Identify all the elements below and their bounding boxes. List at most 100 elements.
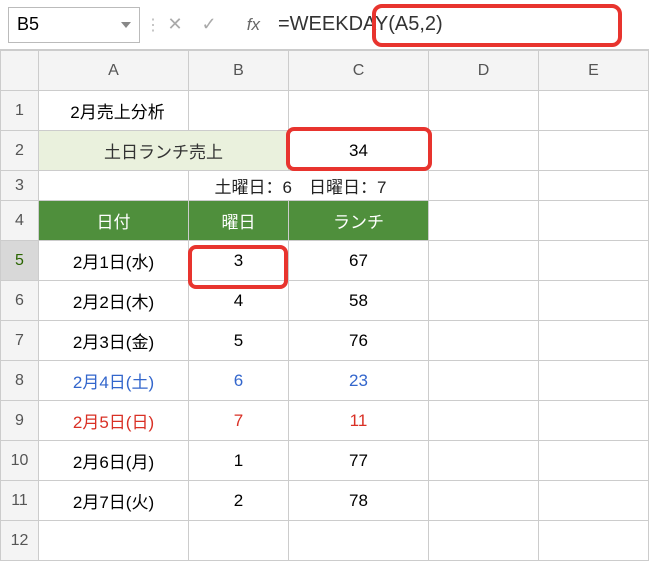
cell-A7[interactable]: 2月3日(金) xyxy=(39,321,189,361)
col-header-E[interactable]: E xyxy=(539,51,649,91)
row-10: 102月6日(月)177 xyxy=(1,441,649,481)
cell-D4[interactable] xyxy=(429,201,539,241)
row-12: 12 xyxy=(1,521,649,561)
cell-E10[interactable] xyxy=(539,441,649,481)
cell-E4[interactable] xyxy=(539,201,649,241)
cell-E5[interactable] xyxy=(539,241,649,281)
cell-B4-header[interactable]: 曜日 xyxy=(189,201,289,241)
spreadsheet: A B C D E 1 2月売上分析 2 土日ランチ売上 34 3 土曜日：6 … xyxy=(0,50,649,561)
grid-table: A B C D E 1 2月売上分析 2 土日ランチ売上 34 3 土曜日：6 … xyxy=(0,50,649,561)
cell-A6[interactable]: 2月2日(木) xyxy=(39,281,189,321)
row-header-7[interactable]: 7 xyxy=(1,321,39,361)
cell-C8[interactable]: 23 xyxy=(289,361,429,401)
cell-D3[interactable] xyxy=(429,171,539,201)
cell-C11[interactable]: 78 xyxy=(289,481,429,521)
cell-D7[interactable] xyxy=(429,321,539,361)
formula-bar: B5 ⋮ ✕ ✓ fx =WEEKDAY(A5,2) xyxy=(0,0,649,50)
row-11: 112月7日(火)278 xyxy=(1,481,649,521)
cell-D5[interactable] xyxy=(429,241,539,281)
cell-D8[interactable] xyxy=(429,361,539,401)
row-9: 92月5日(日)711 xyxy=(1,401,649,441)
cell-E6[interactable] xyxy=(539,281,649,321)
cell-E1[interactable] xyxy=(539,91,649,131)
col-header-C[interactable]: C xyxy=(289,51,429,91)
cell-C12[interactable] xyxy=(289,521,429,561)
name-box-separator: ⋮ xyxy=(148,5,158,45)
cell-B3C3-merged[interactable]: 土曜日：6 日曜日：7 xyxy=(189,171,429,201)
dropdown-icon[interactable] xyxy=(121,22,131,28)
cell-B8[interactable]: 6 xyxy=(189,361,289,401)
row-header-9[interactable]: 9 xyxy=(1,401,39,441)
cell-D2[interactable] xyxy=(429,131,539,171)
cell-D6[interactable] xyxy=(429,281,539,321)
col-header-D[interactable]: D xyxy=(429,51,539,91)
cell-C10[interactable]: 77 xyxy=(289,441,429,481)
cell-A1[interactable]: 2月売上分析 xyxy=(39,91,189,131)
row-8: 82月4日(土)623 xyxy=(1,361,649,401)
fx-label[interactable]: fx xyxy=(226,15,266,35)
formula-input[interactable]: =WEEKDAY(A5,2) xyxy=(266,7,649,43)
cell-B12[interactable] xyxy=(189,521,289,561)
row-5: 52月1日(水)367 xyxy=(1,241,649,281)
cell-D10[interactable] xyxy=(429,441,539,481)
row-header-2[interactable]: 2 xyxy=(1,131,39,171)
row-header-1[interactable]: 1 xyxy=(1,91,39,131)
cell-B9[interactable]: 7 xyxy=(189,401,289,441)
cell-B5[interactable]: 3 xyxy=(189,241,289,281)
cell-A3[interactable] xyxy=(39,171,189,201)
cell-E9[interactable] xyxy=(539,401,649,441)
cell-A2B2-merged[interactable]: 土日ランチ売上 xyxy=(39,131,289,171)
row-header-10[interactable]: 10 xyxy=(1,441,39,481)
cell-C2[interactable]: 34 xyxy=(289,131,429,171)
cell-A12[interactable] xyxy=(39,521,189,561)
row-7: 72月3日(金)576 xyxy=(1,321,649,361)
cell-A9[interactable]: 2月5日(日) xyxy=(39,401,189,441)
row-2: 2 土日ランチ売上 34 xyxy=(1,131,649,171)
select-all-corner[interactable] xyxy=(1,51,39,91)
cell-A10[interactable]: 2月6日(月) xyxy=(39,441,189,481)
cell-C9[interactable]: 11 xyxy=(289,401,429,441)
cell-C1[interactable] xyxy=(289,91,429,131)
cell-D12[interactable] xyxy=(429,521,539,561)
cell-B10[interactable]: 1 xyxy=(189,441,289,481)
formula-text: =WEEKDAY(A5,2) xyxy=(278,13,443,36)
row-header-8[interactable]: 8 xyxy=(1,361,39,401)
cell-E12[interactable] xyxy=(539,521,649,561)
cell-D1[interactable] xyxy=(429,91,539,131)
row-3: 3 土曜日：6 日曜日：7 xyxy=(1,171,649,201)
cell-E8[interactable] xyxy=(539,361,649,401)
col-header-A[interactable]: A xyxy=(39,51,189,91)
row-header-4[interactable]: 4 xyxy=(1,201,39,241)
row-1: 1 2月売上分析 xyxy=(1,91,649,131)
cell-C6[interactable]: 58 xyxy=(289,281,429,321)
cancel-button[interactable]: ✕ xyxy=(158,7,192,43)
cell-B11[interactable]: 2 xyxy=(189,481,289,521)
cell-A8[interactable]: 2月4日(土) xyxy=(39,361,189,401)
row-4: 4 日付 曜日 ランチ xyxy=(1,201,649,241)
cell-E7[interactable] xyxy=(539,321,649,361)
cell-A11[interactable]: 2月7日(火) xyxy=(39,481,189,521)
row-header-12[interactable]: 12 xyxy=(1,521,39,561)
row-header-11[interactable]: 11 xyxy=(1,481,39,521)
cell-C4-header[interactable]: ランチ xyxy=(289,201,429,241)
name-box-value: B5 xyxy=(17,14,39,35)
cell-E3[interactable] xyxy=(539,171,649,201)
col-header-B[interactable]: B xyxy=(189,51,289,91)
column-header-row: A B C D E xyxy=(1,51,649,91)
cell-C5[interactable]: 67 xyxy=(289,241,429,281)
row-header-6[interactable]: 6 xyxy=(1,281,39,321)
cell-B1[interactable] xyxy=(189,91,289,131)
cell-A4-header[interactable]: 日付 xyxy=(39,201,189,241)
cell-D9[interactable] xyxy=(429,401,539,441)
row-header-3[interactable]: 3 xyxy=(1,171,39,201)
cell-E11[interactable] xyxy=(539,481,649,521)
cell-B6[interactable]: 4 xyxy=(189,281,289,321)
name-box[interactable]: B5 xyxy=(8,7,140,43)
cell-C7[interactable]: 76 xyxy=(289,321,429,361)
cell-D11[interactable] xyxy=(429,481,539,521)
cell-E2[interactable] xyxy=(539,131,649,171)
enter-button[interactable]: ✓ xyxy=(192,7,226,43)
row-header-5[interactable]: 5 xyxy=(1,241,39,281)
cell-A5[interactable]: 2月1日(水) xyxy=(39,241,189,281)
cell-B7[interactable]: 5 xyxy=(189,321,289,361)
